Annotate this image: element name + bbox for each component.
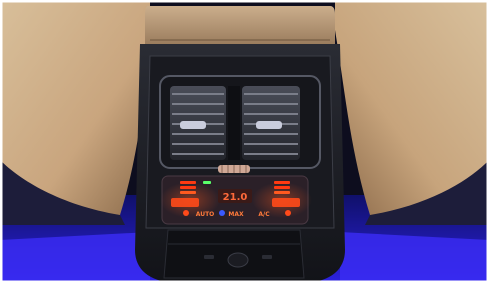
climate-control-panel: 21.0 AUTO MAX A/C <box>160 175 312 225</box>
usb-port[interactable] <box>227 252 249 268</box>
max-button[interactable]: MAX <box>228 211 244 218</box>
armrest <box>145 6 335 44</box>
auto-button[interactable]: AUTO <box>196 211 215 218</box>
seat-heat-indicator-right-3 <box>274 191 290 194</box>
seat-heat-indicator-right-2 <box>274 186 290 189</box>
fan-icon[interactable] <box>219 210 225 216</box>
ambient-light-strip <box>0 232 150 283</box>
seat-heat-indicator-left-2 <box>180 186 196 189</box>
right-vent-tab[interactable] <box>256 121 282 129</box>
seat-heat-button-right[interactable] <box>272 198 300 207</box>
seat-heat-indicator-left-3 <box>180 191 196 194</box>
seat-icon-left[interactable] <box>183 210 189 216</box>
seat-heat-indicator-left-1 <box>180 181 196 184</box>
right-air-vent[interactable] <box>242 86 300 160</box>
temperature-value: 21.0 <box>223 192 248 203</box>
ac-button[interactable]: A/C <box>258 211 270 218</box>
seat-icon-right[interactable] <box>285 210 291 216</box>
seat-heat-button-left[interactable] <box>171 198 199 207</box>
seat-heat-indicator-right-1 <box>274 181 290 184</box>
status-indicator-green <box>203 181 211 184</box>
left-air-vent[interactable] <box>170 86 226 160</box>
car-rear-console-photo: 21.0 AUTO MAX A/C <box>0 0 489 283</box>
left-vent-tab[interactable] <box>180 121 206 129</box>
